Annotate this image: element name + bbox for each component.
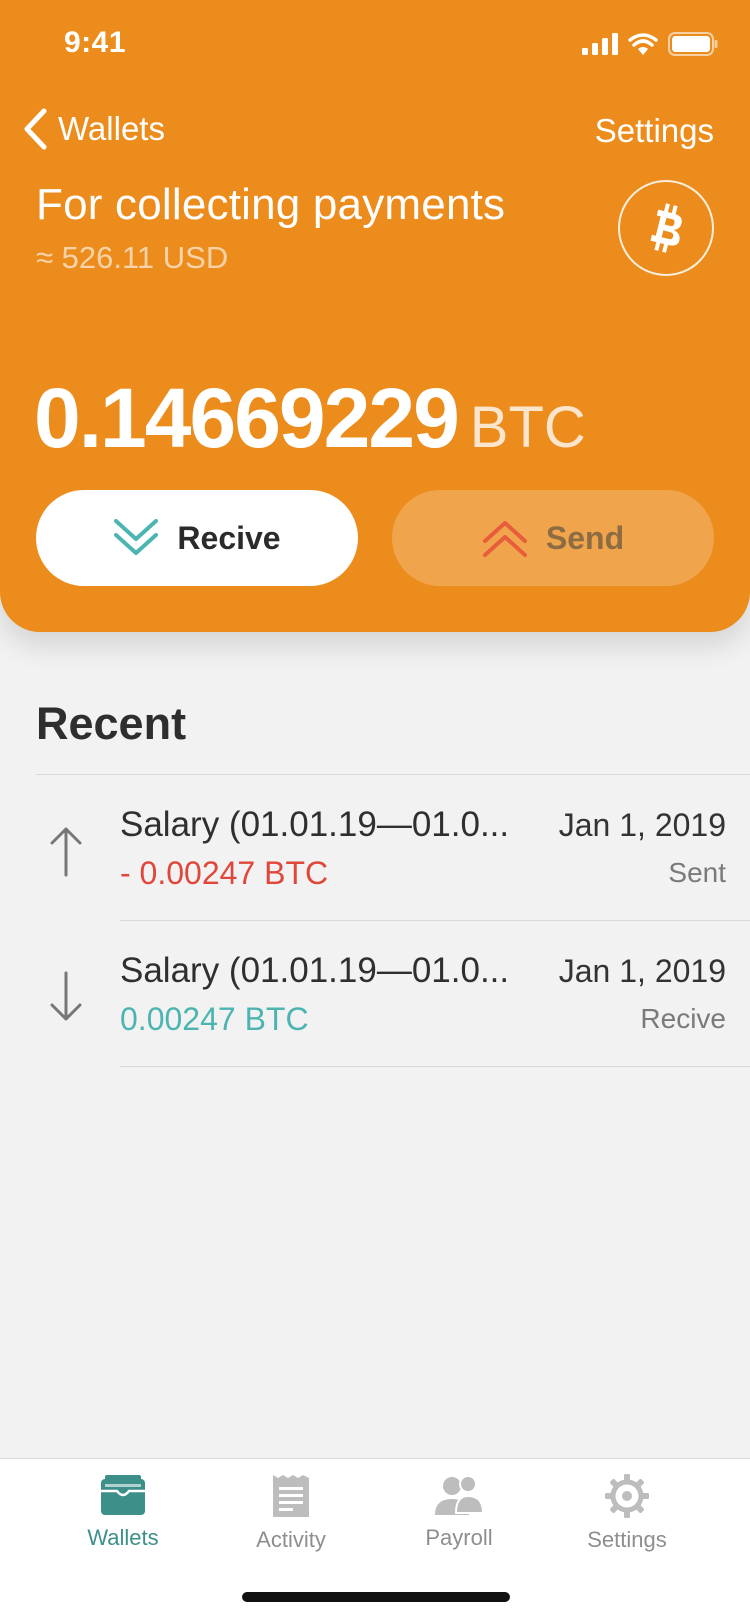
transaction-name: Salary (01.01.19—01.0... [120, 951, 510, 990]
divider [120, 1066, 750, 1067]
tab-payroll[interactable]: Payroll [384, 1473, 534, 1551]
people-icon [435, 1475, 485, 1515]
tab-label: Settings [587, 1527, 667, 1552]
home-indicator[interactable] [242, 1592, 510, 1602]
tab-label: Payroll [425, 1525, 493, 1550]
receive-button[interactable]: Recive [36, 490, 358, 586]
transaction-status: Recive [640, 1003, 726, 1034]
transaction-status: Sent [668, 857, 726, 888]
transaction-date: Jan 1, 2019 [558, 807, 726, 843]
tab-label: Activity [256, 1527, 326, 1552]
fiat-estimate: ≈ 526.11 USD [36, 240, 229, 275]
chevron-left-icon [24, 108, 47, 150]
back-label: Wallets [58, 110, 165, 147]
balance-amount: 0.14669229 [34, 371, 460, 465]
transaction-row[interactable]: Salary (01.01.19—01.0... Jan 1, 2019 - 0… [0, 775, 750, 921]
wallet-title: For collecting payments [36, 180, 506, 229]
wallet-header: 9:41 Wallets Settings For collecting pay… [0, 0, 750, 632]
tab-wallets[interactable]: Wallets [48, 1473, 198, 1551]
balance-unit: BTC [469, 395, 586, 460]
recent-title: Recent [36, 698, 187, 749]
down-arrow-icon [50, 971, 82, 1021]
wallet-icon [101, 1475, 145, 1515]
double-chevron-up-icon [482, 521, 527, 557]
back-button[interactable]: Wallets [22, 108, 165, 150]
status-icons [582, 32, 718, 56]
double-chevron-down-icon [114, 519, 159, 555]
gear-icon [605, 1474, 649, 1518]
transaction-date: Jan 1, 2019 [558, 953, 726, 989]
send-button[interactable]: Send [392, 490, 714, 586]
wifi-icon [628, 33, 658, 55]
receipt-icon [273, 1475, 309, 1517]
transaction-amount: - 0.00247 BTC [120, 855, 329, 891]
settings-link[interactable]: Settings [595, 112, 714, 150]
receive-label: Recive [177, 519, 281, 556]
status-bar: 9:41 [0, 0, 750, 90]
tab-activity[interactable]: Activity [216, 1473, 366, 1553]
balance: 0.14669229 BTC [34, 370, 586, 467]
tab-settings[interactable]: Settings [552, 1473, 702, 1553]
transaction-name: Salary (01.01.19—01.0... [120, 805, 510, 844]
battery-icon [668, 32, 718, 56]
signal-icon [582, 33, 618, 55]
up-arrow-icon [50, 827, 82, 877]
transaction-amount: 0.00247 BTC [120, 1001, 309, 1037]
transaction-row[interactable]: Salary (01.01.19—01.0... Jan 1, 2019 0.0… [0, 921, 750, 1067]
send-label: Send [545, 519, 625, 556]
bitcoin-icon [618, 180, 714, 276]
tab-label: Wallets [87, 1525, 159, 1550]
status-time: 9:41 [64, 26, 127, 59]
